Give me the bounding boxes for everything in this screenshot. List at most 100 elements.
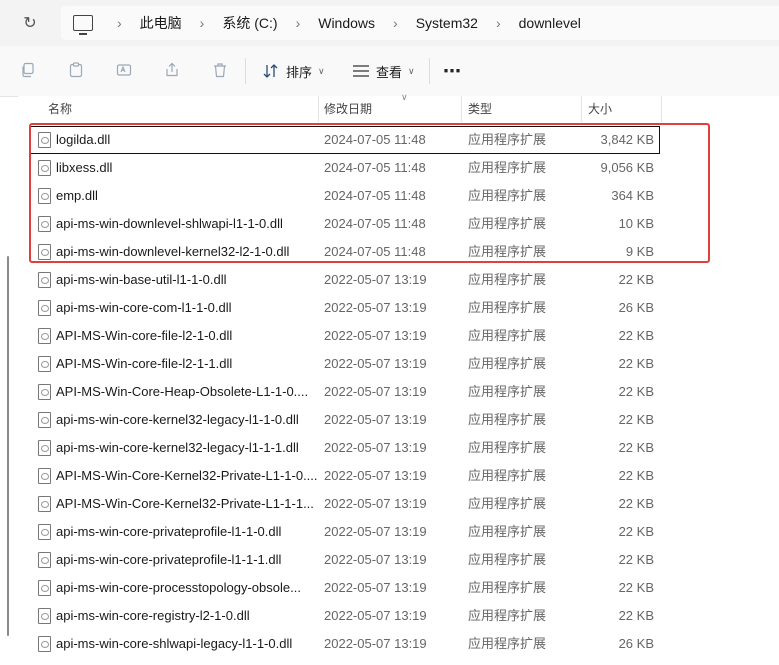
table-row[interactable]: api-ms-win-core-kernel32-legacy-l1-1-0.d… xyxy=(30,406,660,434)
breadcrumb-item[interactable]: 此电脑 xyxy=(140,13,182,33)
file-name: api-ms-win-core-privateprofile-l1-1-0.dl… xyxy=(56,524,282,539)
file-size: 26 KB xyxy=(618,300,654,315)
table-row[interactable]: api-ms-win-core-processtopology-obsole..… xyxy=(30,574,660,602)
table-row[interactable]: api-ms-win-core-privateprofile-l1-1-1.dl… xyxy=(30,546,660,574)
rename-icon[interactable] xyxy=(114,60,134,80)
file-type: 应用程序扩展 xyxy=(468,244,547,259)
chevron-right-icon[interactable]: › xyxy=(393,15,398,31)
file-name: API-MS-Win-core-file-l2-1-0.dll xyxy=(56,328,233,343)
file-type: 应用程序扩展 xyxy=(468,608,547,623)
column-divider[interactable] xyxy=(661,96,662,122)
toolbar-divider xyxy=(429,58,430,84)
breadcrumb-item[interactable]: System32 xyxy=(416,15,478,31)
table-row[interactable]: api-ms-win-downlevel-kernel32-l2-1-0.dll… xyxy=(30,238,660,266)
table-row[interactable]: api-ms-win-core-shlwapi-legacy-l1-1-0.dl… xyxy=(30,630,660,658)
column-divider[interactable] xyxy=(581,96,582,122)
file-modified: 2022-05-07 13:19 xyxy=(324,328,427,343)
table-row[interactable]: api-ms-win-base-util-l1-1-0.dll 2022-05-0… xyxy=(30,266,660,294)
table-row[interactable]: API-MS-Win-Core-Heap-Obsolete-L1-1-0....… xyxy=(30,378,660,406)
chevron-down-icon: ∨ xyxy=(408,65,415,76)
table-row[interactable]: logilda.dll 2024-07-05 11:48 应用程序扩展 3,842 K… xyxy=(30,126,660,154)
file-type: 应用程序扩展 xyxy=(468,636,547,651)
file-size: 364 KB xyxy=(611,188,654,203)
file-type: 应用程序扩展 xyxy=(468,468,547,483)
breadcrumb-item[interactable]: Windows xyxy=(318,15,375,31)
file-name: API-MS-Win-Core-Heap-Obsolete-L1-1-0.... xyxy=(56,384,309,399)
file-name: API-MS-Win-Core-Kernel32-Private-L1-1-1.… xyxy=(56,496,314,511)
dll-file-icon xyxy=(38,412,51,428)
file-name: api-ms-win-core-processtopology-obsole..… xyxy=(56,580,301,595)
column-divider[interactable] xyxy=(461,96,462,122)
file-size: 10 KB xyxy=(618,216,654,231)
dll-file-icon xyxy=(38,580,51,596)
column-header-modified[interactable]: 修改日期 xyxy=(324,96,372,120)
toolbar-divider xyxy=(245,58,246,84)
dll-file-icon xyxy=(38,384,51,400)
file-modified: 2024-07-05 11:48 xyxy=(324,216,426,231)
file-type: 应用程序扩展 xyxy=(468,188,547,203)
file-modified: 2022-05-07 13:19 xyxy=(324,356,427,371)
file-size: 3,842 KB xyxy=(600,132,655,147)
column-header-name[interactable]: 名称 xyxy=(48,96,72,120)
refresh-icon[interactable]: ↻ xyxy=(19,12,41,34)
dll-file-icon xyxy=(38,636,51,652)
dll-file-icon xyxy=(38,356,51,372)
view-button[interactable]: 查看 ∨ xyxy=(352,59,415,83)
dll-file-icon xyxy=(38,272,51,288)
table-row[interactable]: emp.dll 2024-07-05 11:48 应用程序扩展 364 KB xyxy=(30,182,660,210)
file-modified: 2022-05-07 13:19 xyxy=(324,580,427,595)
file-modified: 2022-05-07 13:19 xyxy=(324,412,427,427)
breadcrumb-item[interactable]: downlevel xyxy=(519,15,581,31)
file-type: 应用程序扩展 xyxy=(468,328,547,343)
file-name: api-ms-win-core-kernel32-legacy-l1-1-1.d… xyxy=(56,440,299,455)
table-row[interactable]: API-MS-Win-Core-Kernel32-Private-L1-1-0.… xyxy=(30,462,660,490)
dll-file-icon xyxy=(38,608,51,624)
column-header-size[interactable]: 大小 xyxy=(588,96,612,120)
file-size: 22 KB xyxy=(618,552,654,567)
scrollbar[interactable] xyxy=(7,256,9,636)
delete-icon[interactable] xyxy=(210,60,230,80)
table-row[interactable]: API-MS-Win-core-file-l2-1-1.dll 2022-05-0… xyxy=(30,350,660,378)
computer-icon[interactable] xyxy=(73,15,93,35)
file-size: 22 KB xyxy=(618,384,654,399)
table-row[interactable]: API-MS-Win-core-file-l2-1-0.dll 2022-05-0… xyxy=(30,322,660,350)
view-label: 查看 xyxy=(376,64,403,80)
file-type: 应用程序扩展 xyxy=(468,216,547,231)
dll-file-icon xyxy=(38,328,51,344)
column-header-type[interactable]: 类型 xyxy=(468,96,492,120)
file-modified: 2024-07-05 11:48 xyxy=(324,188,426,203)
file-size: 22 KB xyxy=(618,272,654,287)
file-size: 22 KB xyxy=(618,328,654,343)
table-row[interactable]: api-ms-win-core-com-l1-1-0.dll 2022-05-07… xyxy=(30,294,660,322)
file-size: 22 KB xyxy=(618,496,654,511)
dll-file-icon xyxy=(38,216,51,232)
paste-icon[interactable] xyxy=(66,60,86,80)
table-row[interactable]: api-ms-win-core-privateprofile-l1-1-0.dl… xyxy=(30,518,660,546)
dll-file-icon xyxy=(38,132,51,148)
file-type: 应用程序扩展 xyxy=(468,160,547,175)
table-row[interactable]: API-MS-Win-Core-Kernel32-Private-L1-1-1.… xyxy=(30,490,660,518)
breadcrumb-item[interactable]: 系统 (C:) xyxy=(222,13,277,33)
chevron-right-icon[interactable]: › xyxy=(496,15,501,31)
chevron-right-icon[interactable]: › xyxy=(117,15,122,31)
table-row[interactable]: api-ms-win-core-kernel32-legacy-l1-1-1.d… xyxy=(30,434,660,462)
table-row[interactable]: libxess.dll 2024-07-05 11:48 应用程序扩展 9,056 K… xyxy=(30,154,660,182)
file-size: 9 KB xyxy=(625,244,654,259)
copy-icon[interactable] xyxy=(18,60,38,80)
chevron-right-icon[interactable]: › xyxy=(296,15,301,31)
table-row[interactable]: api-ms-win-core-registry-l2-1-0.dll 2022-… xyxy=(30,602,660,630)
address-bar[interactable]: › 此电脑 › 系统 (C:) › Windows › System32 › d… xyxy=(61,6,779,40)
more-options-icon[interactable]: ⋯ xyxy=(443,61,462,82)
sort-button[interactable]: 排序 ∨ xyxy=(262,59,325,83)
file-modified: 2022-05-07 13:19 xyxy=(324,384,427,399)
file-name: api-ms-win-core-kernel32-legacy-l1-1-0.d… xyxy=(56,412,299,427)
column-divider[interactable] xyxy=(318,96,319,122)
sort-indicator-icon: ∨ xyxy=(401,92,408,102)
chevron-right-icon[interactable]: › xyxy=(200,15,205,31)
table-row[interactable]: api-ms-win-downlevel-shlwapi-l1-1-0.dll 2… xyxy=(30,210,660,238)
file-size: 22 KB xyxy=(618,524,654,539)
file-name: logilda.dll xyxy=(56,132,111,147)
chevron-down-icon: ∨ xyxy=(318,65,325,76)
share-icon[interactable] xyxy=(162,60,182,80)
file-name: API-MS-Win-Core-Kernel32-Private-L1-1-0.… xyxy=(56,468,318,483)
